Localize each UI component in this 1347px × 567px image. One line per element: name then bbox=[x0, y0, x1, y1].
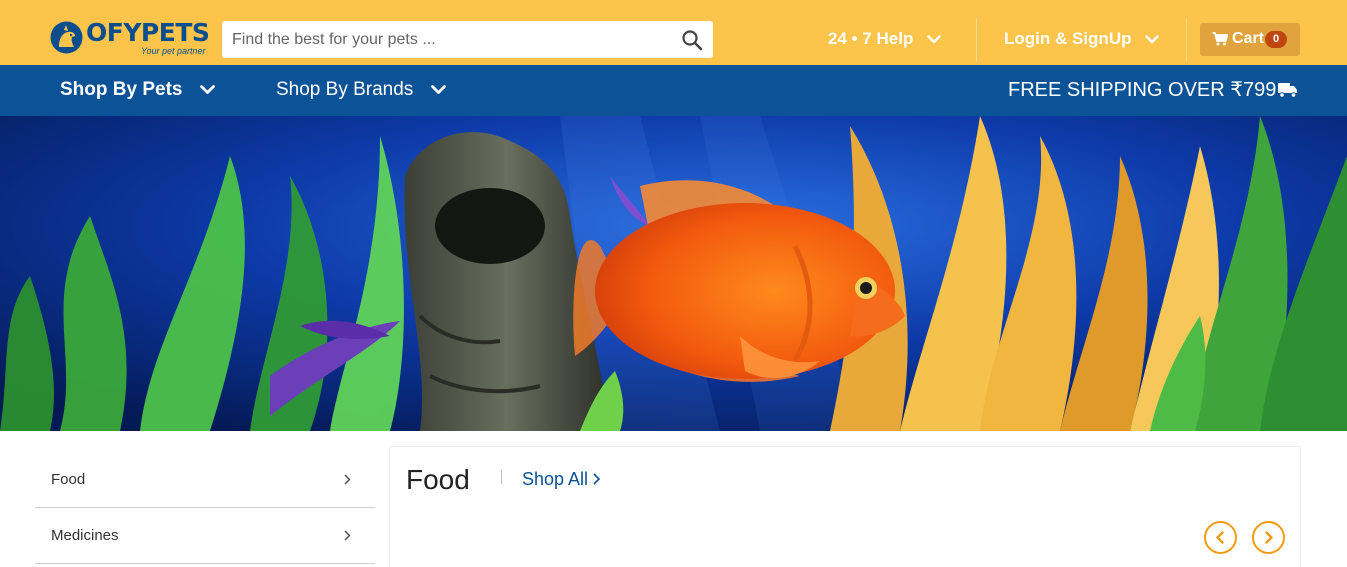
sidebar-item-label: Medicines bbox=[51, 527, 119, 544]
top-header: OFYPETS Your pet partner 24 • 7 Help Log… bbox=[0, 0, 1347, 65]
cart-icon bbox=[1212, 32, 1228, 46]
shop-by-brands-label: Shop By Brands bbox=[276, 79, 414, 100]
chevron-down-icon bbox=[927, 35, 942, 44]
search-icon[interactable] bbox=[681, 29, 703, 51]
chevron-right-icon bbox=[344, 530, 351, 541]
header-divider bbox=[1186, 18, 1187, 62]
truck-icon bbox=[1278, 83, 1297, 98]
shop-all-link[interactable]: Shop All bbox=[522, 469, 601, 489]
chevron-down-icon bbox=[1145, 35, 1160, 44]
search-bar bbox=[222, 21, 713, 58]
logo-wordmark: OFYPETS bbox=[86, 18, 210, 47]
carousel-next-button[interactable] bbox=[1252, 521, 1285, 554]
site-logo[interactable]: OFYPETS Your pet partner bbox=[50, 18, 210, 60]
cart-button[interactable]: Cart 0 bbox=[1200, 23, 1300, 56]
shop-by-pets-label: Shop By Pets bbox=[60, 79, 183, 100]
chevron-right-icon bbox=[344, 474, 351, 485]
chevron-down-icon bbox=[200, 85, 216, 94]
shop-by-brands-menu[interactable]: Shop By Brands bbox=[276, 79, 447, 101]
help-menu[interactable]: 24 • 7 Help bbox=[828, 29, 942, 49]
logo-tagline: Your pet partner bbox=[141, 46, 206, 56]
free-shipping-banner: FREE SHIPPING OVER ₹799 bbox=[1008, 79, 1277, 101]
title-divider bbox=[501, 470, 502, 484]
chevron-right-icon bbox=[593, 473, 601, 485]
section-title: Food bbox=[406, 464, 470, 495]
help-label: 24 • 7 Help bbox=[828, 29, 914, 48]
cart-label: Cart bbox=[1232, 30, 1265, 47]
search-input[interactable] bbox=[222, 21, 667, 58]
cart-count-badge: 0 bbox=[1265, 31, 1287, 48]
main-nav: Shop By Pets Shop By Brands FREE SHIPPIN… bbox=[0, 65, 1347, 116]
pet-logo-icon bbox=[50, 21, 83, 54]
food-section: Food Shop All bbox=[389, 446, 1301, 567]
sidebar-item-food[interactable]: Food bbox=[35, 452, 375, 508]
login-menu[interactable]: Login & SignUp bbox=[1004, 29, 1160, 49]
carousel-prev-button[interactable] bbox=[1204, 521, 1237, 554]
aquarium-banner-image bbox=[0, 116, 1347, 431]
sidebar-item-medicines[interactable]: Medicines bbox=[35, 508, 375, 564]
category-sidebar: Food Medicines bbox=[35, 452, 375, 564]
chevron-left-icon bbox=[1216, 531, 1224, 544]
login-label: Login & SignUp bbox=[1004, 29, 1132, 48]
shop-all-label: Shop All bbox=[522, 469, 589, 489]
sidebar-item-label: Food bbox=[51, 471, 86, 488]
header-divider bbox=[976, 18, 977, 62]
chevron-right-icon bbox=[1265, 531, 1273, 544]
shop-by-pets-menu[interactable]: Shop By Pets bbox=[60, 79, 216, 101]
chevron-down-icon bbox=[431, 85, 447, 94]
hero-banner[interactable] bbox=[0, 116, 1347, 431]
